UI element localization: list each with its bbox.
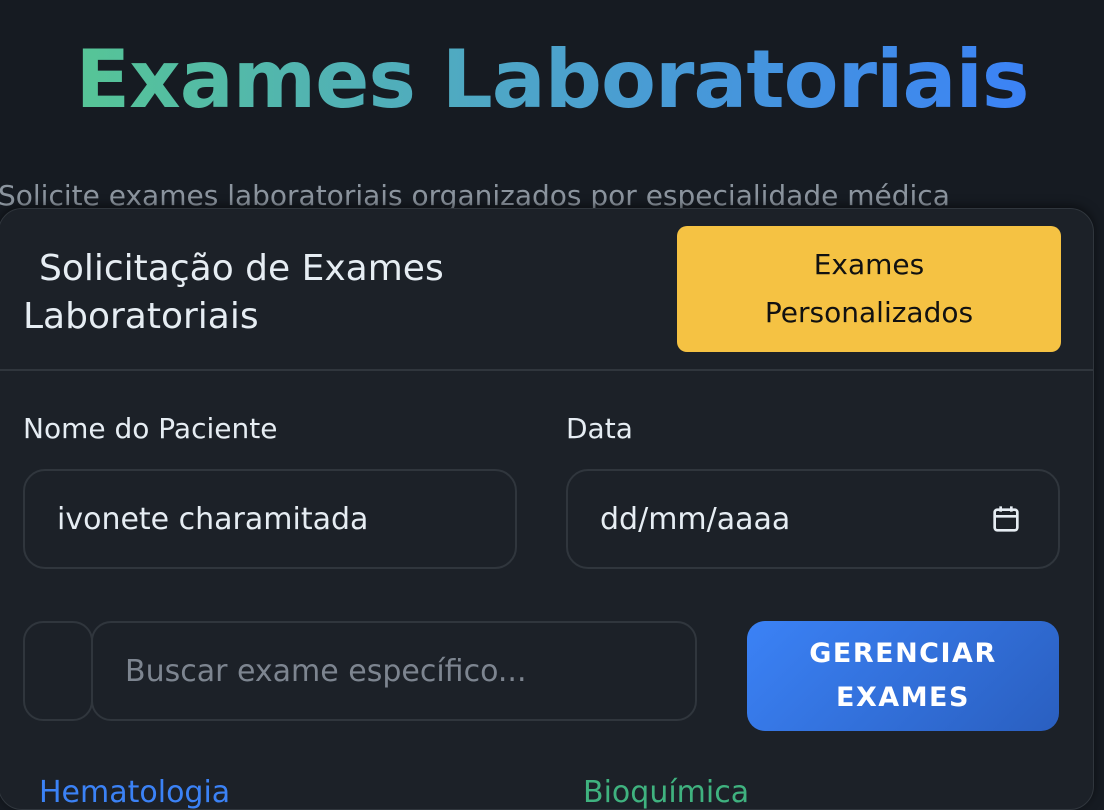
category-bioquimica[interactable]: Bioquímica bbox=[583, 775, 749, 809]
manage-exams-button[interactable]: GERENCIAR EXAMES bbox=[747, 621, 1059, 731]
date-field[interactable]: dd/mm/aaaa bbox=[566, 469, 1060, 569]
category-hematologia[interactable]: Hematologia bbox=[39, 775, 230, 809]
patient-name-value: ivonete charamitada bbox=[57, 501, 369, 537]
custom-exams-button[interactable]: Exames Personalizados bbox=[677, 226, 1061, 352]
date-placeholder: dd/mm/aaaa bbox=[600, 501, 791, 537]
card-header: Solicitação de Exames Laboratoriais Exam… bbox=[0, 209, 1093, 371]
patient-name-field[interactable]: ivonete charamitada bbox=[23, 469, 517, 569]
search-input[interactable] bbox=[91, 621, 697, 721]
date-label: Data bbox=[566, 412, 633, 445]
search-icon bbox=[23, 621, 93, 721]
page-title: Exames Laboratoriais bbox=[75, 33, 1029, 126]
card-title: Solicitação de Exames Laboratoriais bbox=[23, 248, 444, 337]
exam-request-card: Solicitação de Exames Laboratoriais Exam… bbox=[0, 208, 1094, 810]
patient-name-label: Nome do Paciente bbox=[23, 412, 278, 445]
calendar-icon[interactable] bbox=[990, 503, 1022, 535]
